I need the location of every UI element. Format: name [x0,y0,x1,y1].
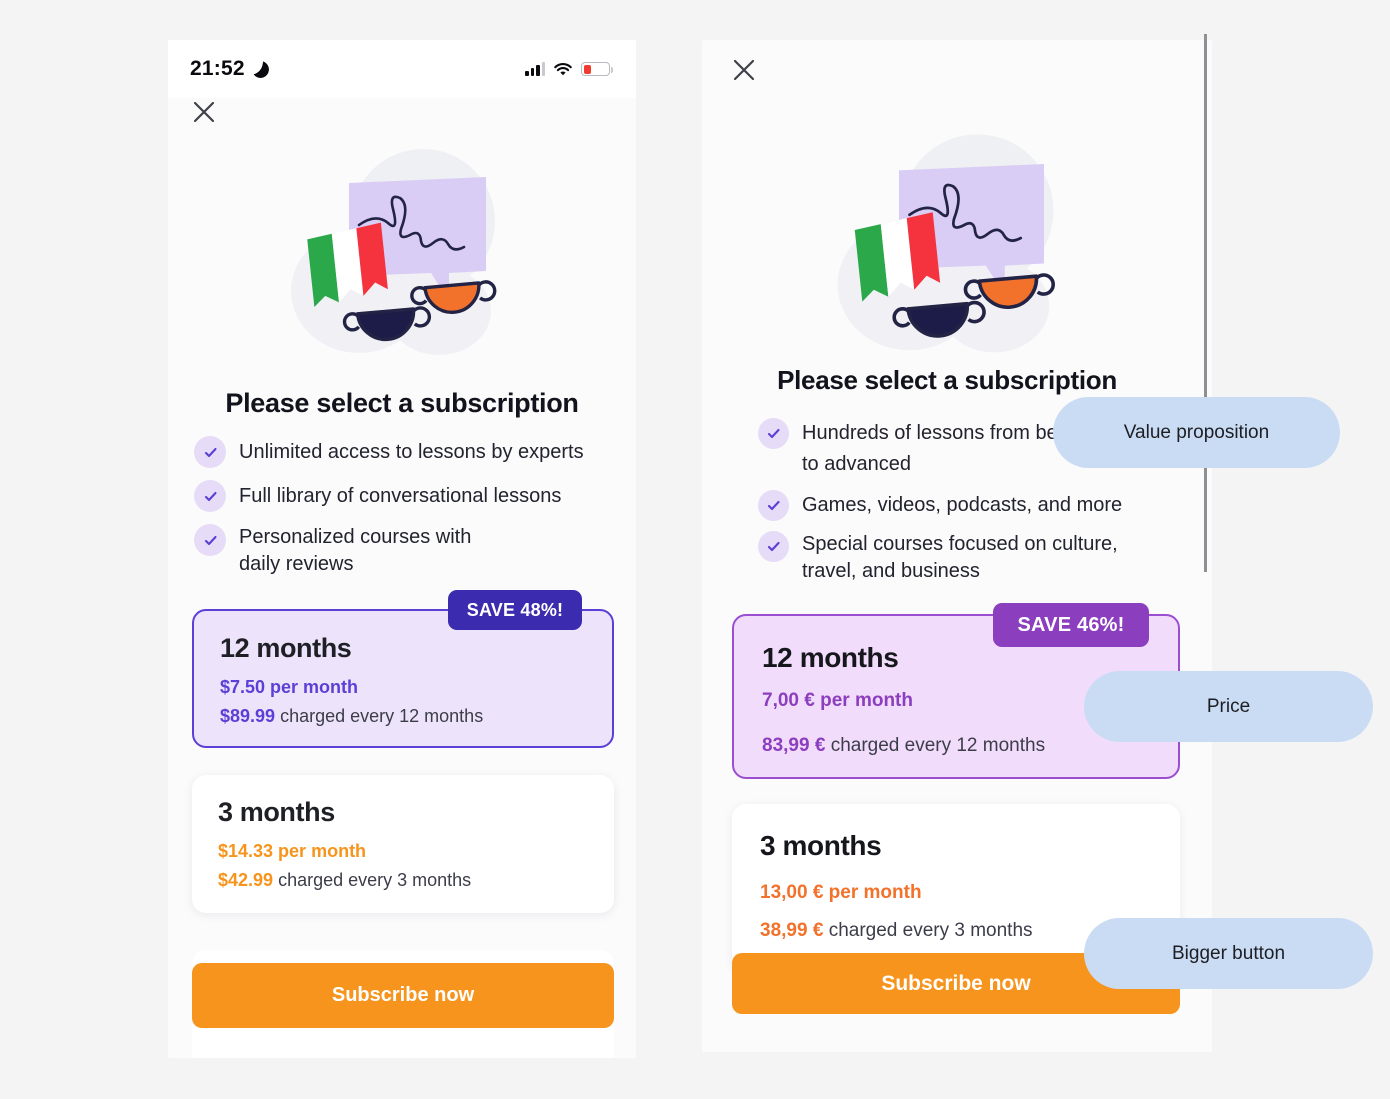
plan-per-month: $14.33 per month [218,841,367,861]
list-item-label: Games, videos, podcasts, and more [802,494,1123,516]
phone-mockup-right: Please select a subscription Hundreds of… [702,40,1212,1052]
annotation-bigger-button: Bigger button [1084,918,1373,989]
italian-language-illustration [281,143,521,365]
check-icon [758,418,789,449]
plan-charged-line: 83,99 € charged every 12 months [762,735,1045,757]
plan-charged-amount: $42.99 [218,870,274,890]
plan-charged-line: 38,99 € charged every 3 months [760,920,1033,942]
status-badge-save: SAVE 46%! [993,603,1149,647]
moon-icon [252,61,269,78]
plan-title: 3 months [760,830,882,861]
list-item-label: Personalized courses with daily reviews [239,526,472,575]
list-item: Special courses focused on culture, trav… [758,531,1188,585]
subscribe-button[interactable]: Subscribe now [192,963,614,1028]
list-item: Personalized courses with daily reviews [194,524,614,578]
benefits-list: Unlimited access to lessons by experts F… [194,436,614,578]
plan-title: 12 months [220,633,352,663]
plan-charged-period: charged every 3 months [278,870,472,890]
annotation-label: Bigger button [1171,942,1286,964]
check-icon [758,490,789,521]
annotation-label: Price [1206,695,1251,717]
plan-per-month: 13,00 € per month [760,882,922,903]
check-icon [758,531,789,562]
page-title: Please select a subscription [777,365,1117,395]
divider [1204,34,1207,572]
check-icon [194,524,226,556]
annotation-label: Value proposition [1123,421,1270,443]
list-item: Unlimited access to lessons by experts [194,436,614,468]
plan-title: 3 months [218,797,335,827]
battery-low-icon [581,62,613,76]
plan-card-3-months[interactable]: 3 months $14.33 per month $42.99 charged… [192,775,614,913]
wifi-icon [553,62,573,77]
plan-charged-amount: 83,99 € [762,735,826,756]
plan-per-month: 7,00 € per month [762,690,913,711]
plan-charged-amount: 38,99 € [760,920,824,941]
plan-charged-line: $42.99 charged every 3 months [218,870,471,891]
close-icon[interactable] [190,98,218,126]
status-badge-save: SAVE 48%! [448,590,582,630]
list-item-label: Special courses focused on culture, trav… [802,533,1118,582]
italian-language-illustration [824,128,1084,363]
list-item-label: Full library of conversational lessons [239,485,562,507]
plan-charged-amount: $89.99 [220,706,276,726]
phone-mockup-left: 21:52 Please select a subscription Unlim… [168,40,636,1058]
check-icon [194,436,226,468]
plan-title: 12 months [762,642,899,673]
ios-status-bar: 21:52 [168,40,636,98]
plan-charged-line: $89.99 charged every 12 months [220,706,483,727]
annotation-value-proposition: Value proposition [1053,397,1340,468]
status-bar-time: 21:52 [190,57,245,80]
plan-per-month: $7.50 per month [220,677,359,697]
plan-charged-period: charged every 12 months [830,735,1046,756]
signal-bars-icon [525,62,545,76]
plan-charged-period: charged every 3 months [828,920,1033,941]
comparison-canvas: 21:52 Please select a subscription Unlim… [0,0,1390,1099]
annotation-price: Price [1084,671,1373,742]
plan-charged-period: charged every 12 months [280,706,484,726]
close-icon[interactable] [730,56,758,84]
list-item: Full library of conversational lessons [194,480,614,512]
list-item-label: Unlimited access to lessons by experts [239,441,584,463]
page-title: Please select a subscription [225,388,579,418]
check-icon [194,480,226,512]
list-item: Games, videos, podcasts, and more [758,490,1188,521]
